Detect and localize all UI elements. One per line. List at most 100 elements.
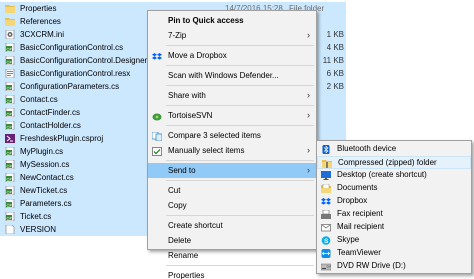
csproj-file-icon [5,134,15,143]
sendto-item-label: Documents [337,183,378,192]
svg-text:C#: C# [7,176,13,181]
sendto-item-documents[interactable]: Documents [317,182,471,195]
menu-item-cut[interactable]: Cut [148,183,316,198]
cs-file-icon: C# [5,55,15,66]
sendto-item-label: Mail recipient [337,222,385,231]
teamviewer-icon [321,249,331,258]
compare-icon [151,131,163,142]
svg-text:C#: C# [7,124,13,129]
svg-text:C#: C# [7,215,13,220]
svg-text:C#: C# [7,150,13,155]
file-name: VERSION [20,225,57,234]
file-name: Properties [20,4,57,13]
dropbox-icon [152,51,162,60]
sendto-item-label: Bluetooth device [337,144,397,153]
file-name: MySession.cs [20,160,70,169]
menu-item-7-zip[interactable]: 7-Zip › [148,28,316,43]
menu-item-share-with[interactable]: Share with › [148,88,316,103]
cs-file-icon: C# [5,107,15,118]
menu-item-pin-to-quick-access[interactable]: Pin to Quick access [148,13,316,28]
svg-text:C#: C# [7,111,13,116]
folder-icon [5,17,15,26]
zip-folder-icon [322,159,332,168]
sendto-item-label: Skype [337,235,360,244]
chevron-right-icon: › [307,145,310,155]
sendto-item-fax-recipient[interactable]: Fax recipient [317,208,471,221]
menu-separator [166,215,314,216]
sendto-item-bluetooth-device[interactable]: Bluetooth device [317,143,471,156]
svg-text:C#: C# [7,189,13,194]
tortoisesvn-icon [152,111,162,121]
cs-file-icon: C# [5,159,15,170]
sendto-item-dropbox[interactable]: Dropbox [317,195,471,208]
file-name: FreshdeskPlugin.csproj [20,134,104,143]
file-name: NewContact.cs [20,173,74,182]
menu-item-label: Compare 3 selected items [168,131,261,140]
context-menu[interactable]: Pin to Quick access 7-Zip › Move a Dropbox S… [147,10,317,279]
menu-separator [166,180,314,181]
file-name: NewTicket.cs [20,186,68,195]
sendto-item-mail-recipient[interactable]: Mail recipient [317,221,471,234]
chevron-right-icon: › [307,90,310,100]
menu-separator [166,45,314,46]
ini-file-icon [5,29,15,40]
file-name: BasicConfigurationControl.cs [20,43,124,52]
file-name: References [20,17,61,26]
menu-separator [166,265,314,266]
generic-file-icon [5,224,15,235]
menu-item-label: Move a Dropbox [168,51,227,60]
sendto-item-label: Desktop (create shortcut) [337,170,427,179]
menu-item-create-shortcut[interactable]: Create shortcut [148,218,316,233]
menu-item-label: Properties [168,271,205,279]
menu-item-move-a-dropbox[interactable]: Move a Dropbox [148,48,316,63]
menu-item-delete[interactable]: Delete [148,233,316,248]
select-icon [152,146,162,156]
send-to-submenu[interactable]: Bluetooth device Compressed (zipped) fold… [316,140,472,274]
menu-item-label: 7-Zip [168,31,187,40]
sendto-item-label: Compressed (zipped) folder [338,158,437,167]
menu-item-compare-3-selected-items[interactable]: Compare 3 selected items [148,128,316,143]
mail-icon [321,223,331,232]
sendto-item-skype[interactable]: S Skype [317,234,471,247]
bluetooth-icon [321,145,331,154]
svg-text:C#: C# [7,46,13,51]
menu-item-rename[interactable]: Rename [148,248,316,263]
sendto-item-label: Dropbox [337,196,368,205]
svg-text:C#: C# [7,85,13,90]
svg-text:C#: C# [7,59,13,64]
menu-item-scan-with-windows-defender[interactable]: Scan with Windows Defender... [148,68,316,83]
dropbox-icon [321,197,331,206]
menu-separator [166,160,314,161]
sendto-item-dvd-rw-drive-d[interactable]: DVD DVD RW Drive (D:) [317,260,471,273]
menu-item-tortoisesvn[interactable]: TortoiseSVN › [148,108,316,123]
menu-item-manually-select-items[interactable]: Manually select items › [148,143,316,158]
chevron-right-icon: › [307,110,310,120]
documents-icon [321,183,331,193]
sendto-item-compressed-zipped-folder[interactable]: Compressed (zipped) folder [317,156,471,169]
file-name: BasicConfigurationControl.resx [20,69,131,78]
file-name: ContactFinder.cs [20,108,81,117]
cs-file-icon: C# [5,120,15,131]
sendto-item-teamviewer[interactable]: TeamViewer [317,247,471,260]
svg-text:DVD: DVD [327,264,331,268]
chevron-right-icon: › [307,165,310,175]
file-name: Parameters.cs [20,199,72,208]
cs-file-icon: C# [5,198,15,209]
menu-item-copy[interactable]: Copy [148,198,316,213]
folder-icon [5,4,15,13]
menu-separator [166,105,314,106]
fax-icon [321,209,331,219]
cs-file-icon: C# [5,185,15,196]
menu-item-label: Delete [168,236,192,245]
menu-item-label: Pin to Quick access [168,16,244,25]
svg-text:C#: C# [7,98,13,103]
sendto-item-desktop-create-shortcut[interactable]: Desktop (create shortcut) [317,169,471,182]
menu-item-label: Scan with Windows Defender... [168,71,279,80]
menu-item-properties[interactable]: Properties [148,268,316,279]
menu-item-label: TortoiseSVN [168,111,213,120]
cs-file-icon: C# [5,42,15,53]
cs-file-icon: C# [5,81,15,92]
file-name: MyPlugin.cs [20,147,64,156]
file-name: Ticket.cs [20,212,52,221]
menu-item-send-to[interactable]: Send to › [148,163,316,178]
